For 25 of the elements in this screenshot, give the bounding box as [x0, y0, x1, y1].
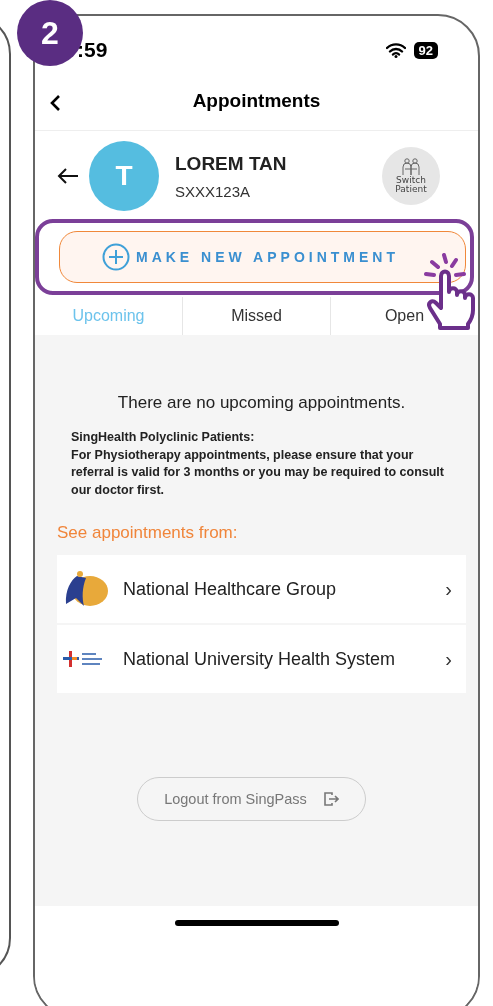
provider-item[interactable]: National University Health System › [57, 625, 466, 693]
switch-patient-button[interactable]: Switch Patient [382, 147, 440, 205]
chevron-icon: › [445, 577, 452, 601]
plus-circle-icon [101, 243, 130, 271]
avatar: T [89, 141, 159, 211]
provider-item[interactable]: National Healthcare Group › [57, 555, 466, 623]
wifi-icon [385, 42, 406, 58]
screen-title: Appointments [192, 90, 321, 112]
notice-title: SingHealth Polyclinic Patients: [71, 429, 256, 446]
provider-logo-icon [63, 570, 109, 608]
provider-logo-icon [63, 651, 79, 667]
battery-level: 92 [413, 41, 438, 59]
provider-name: National University Health System [123, 648, 397, 670]
chevron-icon: › [445, 647, 452, 671]
empty-message: There are no upcoming appointments. [116, 393, 407, 413]
logo-lines-icon [81, 652, 105, 666]
back-arrow-icon[interactable] [57, 167, 79, 185]
logout-icon [322, 791, 339, 807]
section-heading: See appointments from: [57, 523, 239, 543]
notice-text: For Physiotherapy appointments, please ensure that your referral is valid for 3 months or you may be required to consult our doctor first. [71, 446, 445, 499]
patient-id: SXXX123A [175, 182, 252, 200]
provider-name: National Healthcare Group [123, 578, 338, 600]
back-icon[interactable] [49, 94, 61, 112]
people-icon [401, 157, 421, 176]
patient-name: LOREM TAN [175, 152, 288, 175]
